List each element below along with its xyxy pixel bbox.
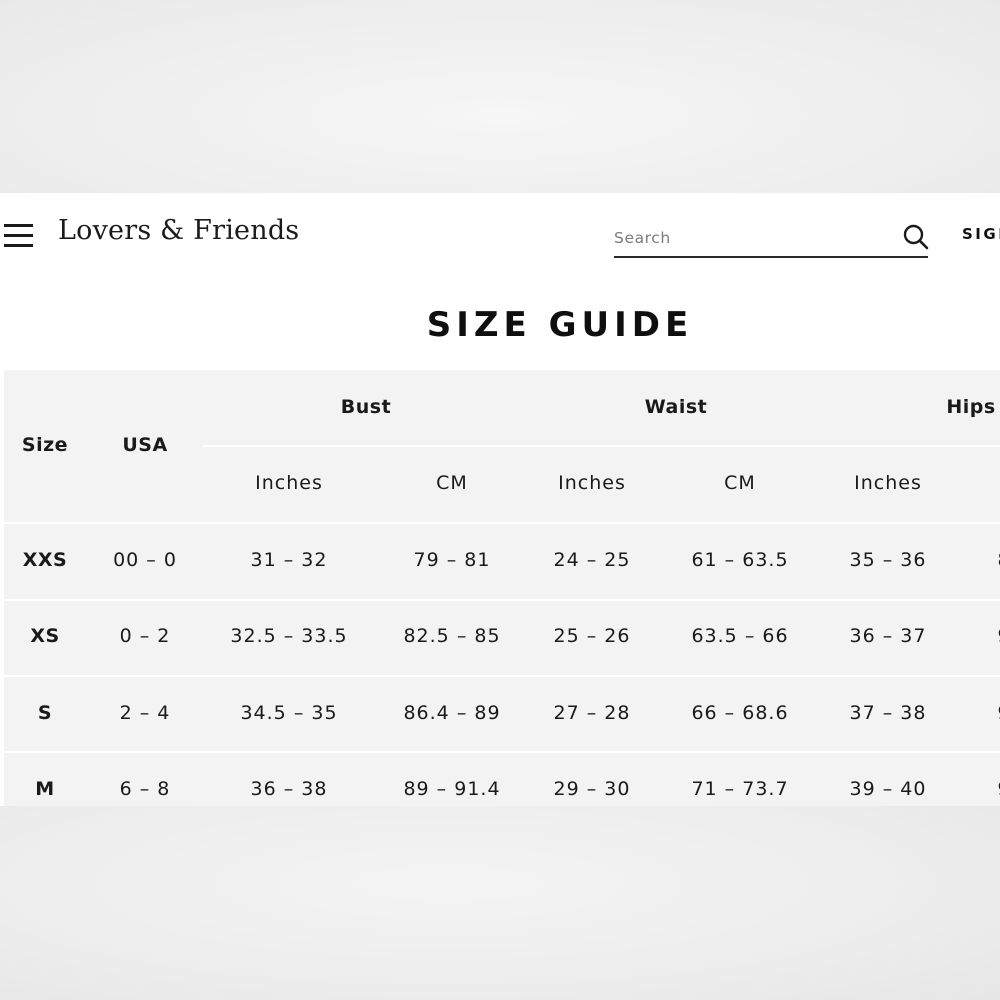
search-icon[interactable]: [902, 223, 930, 251]
size-guide-table: Size USA Bust Waist Hips Inches CM Inche…: [4, 370, 1000, 806]
search-bar: [614, 220, 930, 258]
hips-inches-cell: 39 – 40: [849, 778, 927, 800]
bust-cm-cell: 79 – 81: [413, 549, 491, 571]
hips-inches-cell: 35 – 36: [849, 549, 927, 571]
waist-inches-cell: 29 – 30: [553, 778, 631, 800]
bust-cm-cell: 82.5 – 85: [403, 625, 501, 647]
page: Lovers & Friends SIGI SIZE GUIDE Size US…: [0, 193, 1000, 806]
waist-inches-cell: 24 – 25: [553, 549, 631, 571]
usa-cell: 0 – 2: [119, 625, 171, 647]
column-header-size: Size: [21, 434, 69, 456]
bust-cm-cell: 86.4 – 89: [403, 702, 501, 724]
size-cell: XXS: [22, 549, 68, 571]
size-cell: S: [37, 702, 53, 724]
waist-inches-cell: 25 – 26: [553, 625, 631, 647]
column-group-waist: Waist: [644, 396, 708, 418]
bust-inches-cell: 32.5 – 33.5: [230, 625, 348, 647]
waist-cm-cell: 66 – 68.6: [691, 702, 789, 724]
usa-cell: 2 – 4: [119, 702, 171, 724]
column-header-usa: USA: [122, 434, 168, 456]
column-group-bust: Bust: [340, 396, 392, 418]
row-divider: [4, 522, 1000, 524]
size-cell: XS: [30, 625, 60, 647]
column-group-hips: Hips: [946, 396, 996, 418]
waist-cm-cell: 63.5 – 66: [691, 625, 789, 647]
unit-bust-cm: CM: [436, 472, 468, 494]
brand-logo[interactable]: Lovers & Friends: [58, 215, 299, 246]
row-divider: [4, 599, 1000, 601]
header-divider: [203, 445, 1000, 447]
bust-cm-cell: 89 – 91.4: [403, 778, 501, 800]
row-divider: [4, 675, 1000, 677]
row-divider: [4, 751, 1000, 753]
background-top: [0, 0, 1000, 193]
search-input[interactable]: [614, 226, 884, 250]
usa-cell: 00 – 0: [113, 549, 177, 571]
bust-inches-cell: 31 – 32: [250, 549, 328, 571]
waist-cm-cell: 61 – 63.5: [691, 549, 789, 571]
unit-waist-inches: Inches: [558, 472, 626, 494]
bust-inches-cell: 36 – 38: [250, 778, 328, 800]
hamburger-menu-icon[interactable]: [4, 224, 34, 248]
waist-inches-cell: 27 – 28: [553, 702, 631, 724]
unit-bust-inches: Inches: [255, 472, 323, 494]
hips-inches-cell: 36 – 37: [849, 625, 927, 647]
unit-hips-inches: Inches: [854, 472, 922, 494]
hips-inches-cell: 37 – 38: [849, 702, 927, 724]
page-title: SIZE GUIDE: [426, 305, 694, 345]
unit-waist-cm: CM: [724, 472, 756, 494]
waist-cm-cell: 71 – 73.7: [691, 778, 789, 800]
usa-cell: 6 – 8: [119, 778, 171, 800]
sign-in-link[interactable]: SIGI: [962, 225, 1000, 243]
bust-inches-cell: 34.5 – 35: [240, 702, 338, 724]
background-bottom: [0, 806, 1000, 1000]
size-cell: M: [35, 778, 55, 800]
